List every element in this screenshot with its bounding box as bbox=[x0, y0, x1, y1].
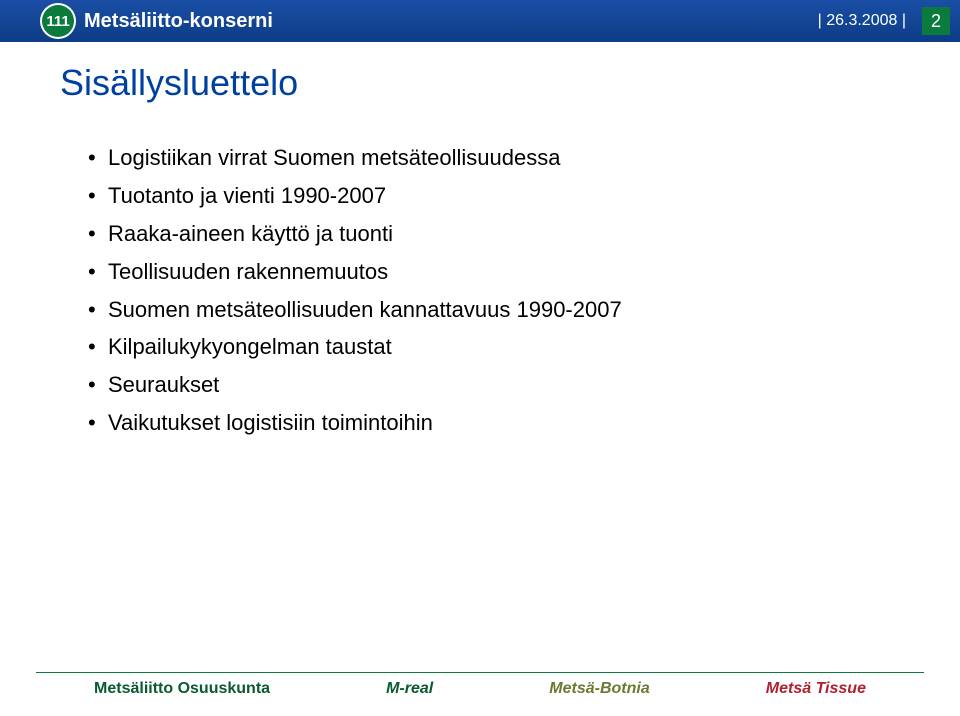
footer-divider bbox=[36, 672, 924, 673]
list-item: Seuraukset bbox=[88, 369, 900, 401]
topbar: 111 Metsäliitto-konserni | 26.3.2008 | 2 bbox=[0, 0, 960, 42]
slide: 111 Metsäliitto-konserni | 26.3.2008 | 2… bbox=[0, 0, 960, 716]
logo-mark-icon: 111 bbox=[40, 3, 76, 39]
list-item: Teollisuuden rakennemuutos bbox=[88, 256, 900, 288]
logo-text: Metsäliitto-konserni bbox=[84, 10, 273, 33]
list-item: Tuotanto ja vienti 1990-2007 bbox=[88, 180, 900, 212]
footer: Metsäliitto Osuuskunta M-real Metsä-Botn… bbox=[0, 672, 960, 716]
list-item: Kilpailukykyongelman taustat bbox=[88, 331, 900, 363]
list-item: Suomen metsäteollisuuden kannattavuus 19… bbox=[88, 294, 900, 326]
logo: 111 Metsäliitto-konserni bbox=[0, 3, 273, 39]
page-number: 2 bbox=[922, 7, 950, 35]
slide-date: | 26.3.2008 | bbox=[818, 12, 916, 30]
list-item: Logistiikan virrat Suomen metsäteollisuu… bbox=[88, 142, 900, 174]
footer-brand: Metsä Tissue bbox=[766, 680, 866, 698]
list-item: Vaikutukset logistisiin toimintoihin bbox=[88, 407, 900, 439]
footer-brand: M-real bbox=[386, 680, 433, 698]
list-item: Raaka-aineen käyttö ja tuonti bbox=[88, 218, 900, 250]
footer-brand: Metsäliitto Osuuskunta bbox=[94, 680, 270, 698]
slide-body: Sisällysluettelo Logistiikan virrat Suom… bbox=[60, 62, 900, 445]
bullet-list: Logistiikan virrat Suomen metsäteollisuu… bbox=[60, 142, 900, 439]
footer-brand: Metsä-Botnia bbox=[549, 680, 649, 698]
slide-title: Sisällysluettelo bbox=[60, 62, 900, 104]
